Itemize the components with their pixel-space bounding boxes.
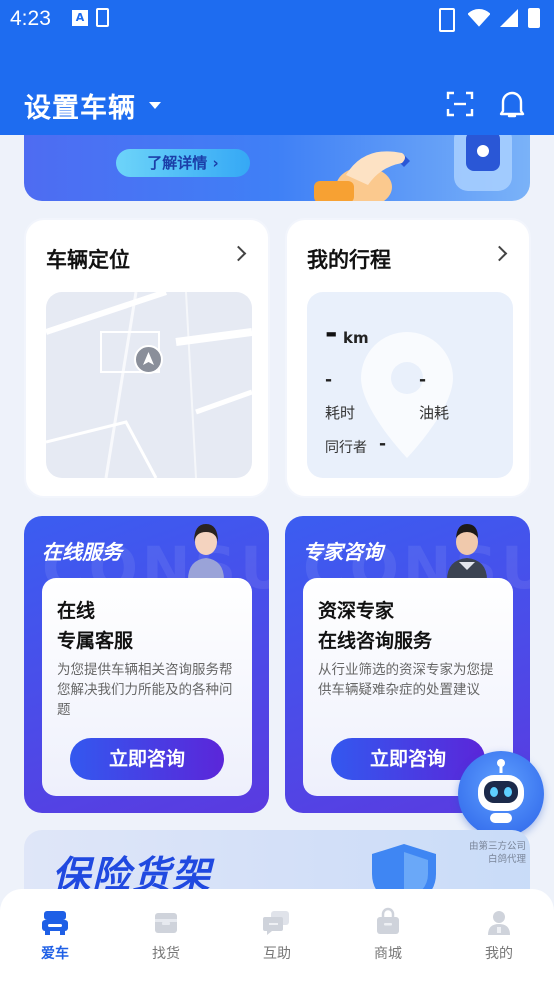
- trip-fuel-label: 油耗: [419, 404, 450, 422]
- trip-companion-value: -: [379, 434, 387, 454]
- vibrate-icon: [432, 8, 458, 32]
- robot-icon: [478, 759, 524, 823]
- online-consult-button[interactable]: 立即咨询: [70, 738, 224, 780]
- vehicle-position-marker: [134, 345, 163, 374]
- battery-icon: [528, 8, 540, 28]
- vehicle-location-title: 车辆定位: [46, 248, 130, 272]
- chat-icon: [263, 911, 289, 935]
- insurance-note-line1: 由第三方公司: [468, 841, 526, 852]
- online-service-panel: 在线 专属客服 为您提供车辆相关咨询服务帮您解决我们力所能及的各种问题 立即咨询: [42, 578, 252, 796]
- insurance-agency-note: 由第三方公司 白鸽代理: [469, 840, 526, 866]
- status-bar: 4:23 A: [0, 0, 554, 40]
- signal-icon: [500, 9, 518, 27]
- chevron-right-icon: [230, 245, 247, 262]
- navigation-arrow-icon: [143, 352, 154, 365]
- expert-consult-title: 资深专家 在线咨询服务: [318, 596, 432, 656]
- status-icons: [432, 8, 540, 32]
- trip-distance-unit: km: [343, 329, 369, 347]
- learn-more-button[interactable]: 了解详情 ›: [116, 149, 250, 177]
- male-expert-avatar: [447, 524, 487, 580]
- wifi-icon: [468, 9, 490, 27]
- app-header: 4:23 A 设置车辆: [0, 0, 554, 135]
- trip-duration-label: 耗时: [325, 404, 356, 422]
- trip-fuel-value: -: [419, 370, 427, 390]
- online-service-title: 在线 专属客服: [57, 596, 133, 656]
- chevron-down-icon[interactable]: [149, 102, 161, 109]
- status-time: 4:23: [10, 7, 51, 30]
- expert-consult-description: 从行业筛选的资深专家为您提供车辆疑难杂症的处置建议: [318, 662, 494, 698]
- nav-item-mutual-help[interactable]: 互助: [247, 907, 307, 963]
- online-service-header: 在线服务: [42, 540, 122, 564]
- female-agent-avatar: [188, 524, 224, 580]
- shopping-bag-icon: [377, 907, 399, 934]
- expert-consult-line2: 在线咨询服务: [318, 630, 433, 652]
- learn-more-label: 了解详情: [147, 154, 208, 172]
- nav-label-find-goods: 找货: [152, 946, 180, 962]
- trip-companion-label: 同行者: [325, 440, 367, 456]
- notification-a-icon: A: [72, 10, 88, 26]
- bell-icon[interactable]: [498, 89, 526, 119]
- nav-item-mine[interactable]: 我的: [469, 907, 529, 963]
- promo-banner[interactable]: 了解详情 ›: [24, 135, 530, 201]
- trip-distance-value: -: [325, 316, 338, 351]
- trip-duration-value: -: [325, 370, 333, 390]
- my-trip-title: 我的行程: [307, 248, 391, 272]
- online-service-line1: 在线: [57, 600, 96, 622]
- vehicle-selector-title[interactable]: 设置车辆: [24, 86, 136, 125]
- ai-assistant-robot-button[interactable]: [458, 751, 544, 837]
- nav-label-mutual-help: 互助: [263, 946, 291, 962]
- expert-consult-line1: 资深专家: [318, 600, 395, 622]
- my-trip-card[interactable]: 我的行程 - km - 耗时 - 油耗 同行者 -: [285, 218, 531, 498]
- person-icon: [488, 911, 510, 935]
- nav-item-mall[interactable]: 商城: [358, 907, 418, 963]
- nav-label-mine: 我的: [485, 946, 513, 962]
- nav-item-my-car[interactable]: 爱车: [25, 907, 85, 963]
- vehicle-location-card[interactable]: 车辆定位: [24, 218, 270, 498]
- expert-consult-header: 专家咨询: [303, 540, 383, 564]
- online-service-line2: 专属客服: [57, 630, 134, 652]
- scan-icon[interactable]: [446, 90, 474, 118]
- online-service-card[interactable]: CONSUL 在线服务 在线 专属客服 为您提供车辆相关咨询服务帮您解决我们力所…: [24, 516, 269, 813]
- bottom-navigation: 爱车 找货 互助 商城 我的: [0, 889, 554, 984]
- box-icon: [155, 913, 177, 933]
- hand-key-illustration: [314, 135, 512, 201]
- car-icon: [42, 911, 68, 935]
- notification-sim-icon: [96, 8, 109, 27]
- chevron-right-icon: [491, 245, 508, 262]
- nav-label-mall: 商城: [374, 946, 402, 962]
- insurance-note-line2: 白鸽代理: [487, 854, 526, 865]
- online-service-description: 为您提供车辆相关咨询服务帮您解决我们力所能及的各种问题: [57, 662, 233, 718]
- nav-item-find-goods[interactable]: 找货: [136, 907, 196, 963]
- vehicle-map[interactable]: [46, 292, 252, 478]
- trip-stats-panel: - km - 耗时 - 油耗 同行者 -: [307, 292, 513, 478]
- nav-label-my-car: 爱车: [41, 946, 69, 962]
